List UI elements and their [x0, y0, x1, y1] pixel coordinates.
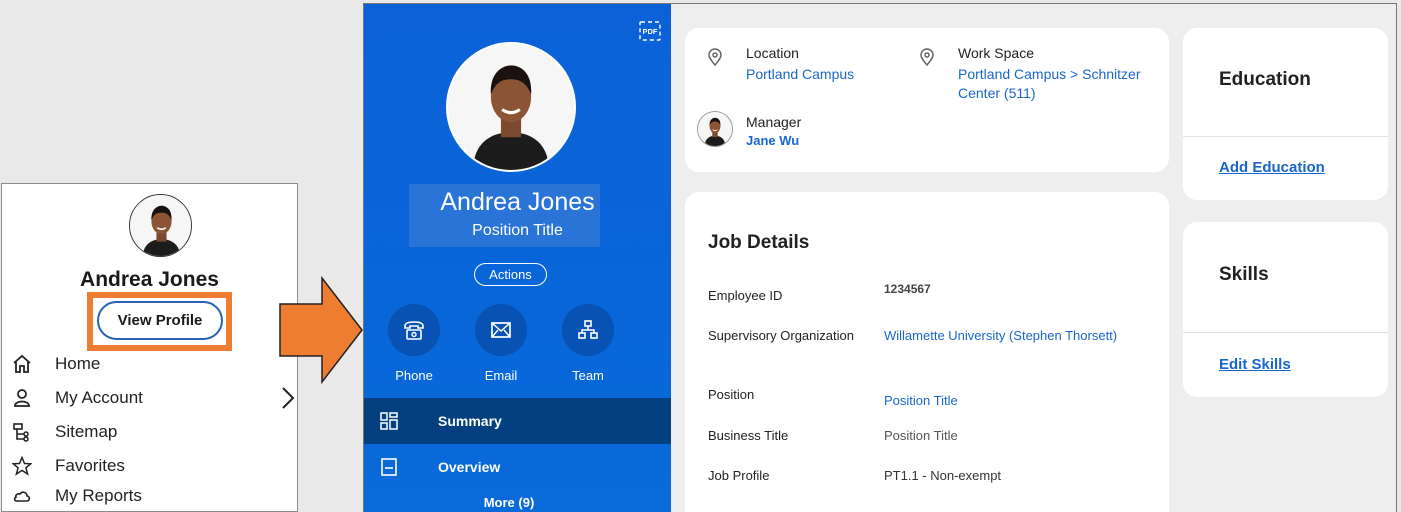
business-title-label: Business Title [708, 428, 789, 443]
education-title: Education [1219, 69, 1311, 90]
home-icon [11, 353, 33, 375]
nav-item-label: Overview [438, 459, 501, 475]
employee-id-label: Employee ID [708, 288, 783, 303]
supervisory-org-link[interactable]: Willamette University (Stephen Thorsett) [884, 328, 1117, 343]
position-label: Position [708, 387, 755, 402]
view-profile-button[interactable]: View Profile [97, 301, 223, 340]
manager-avatar[interactable] [697, 111, 733, 147]
star-icon [11, 455, 33, 477]
actions-button[interactable]: Actions [474, 263, 547, 286]
job-profile-value: PT1.1 - Non-exempt [884, 468, 1002, 483]
location-pin-icon [919, 48, 935, 71]
location-card: Location Portland Campus Work Space Port… [685, 28, 1169, 172]
quick-action-team[interactable]: Team [548, 304, 628, 383]
workspace-label: Work Space [958, 45, 1034, 61]
edit-skills-link[interactable]: Edit Skills [1219, 356, 1291, 373]
menu-item-sitemap[interactable]: Sitemap [2, 417, 297, 447]
quick-action-label: Team [572, 368, 604, 383]
menu-item-label: My Reports [55, 486, 142, 505]
menu-item-my-reports[interactable]: My Reports [2, 481, 297, 511]
manager-label: Manager [746, 114, 802, 130]
chevron-right-icon[interactable] [281, 386, 295, 415]
job-details-title: Job Details [708, 232, 810, 253]
divider [1183, 332, 1388, 333]
document-icon [378, 458, 400, 476]
pointer-arrow-icon [279, 276, 363, 384]
employee-id-value: 1234567 [884, 282, 931, 296]
worker-profile-window: PDF Andrea Jones Position Title Actions … [363, 3, 1397, 512]
more-tabs-link[interactable]: More (9) [364, 495, 654, 510]
menu-item-label: Sitemap [55, 422, 118, 441]
add-education-link[interactable]: Add Education [1219, 159, 1325, 176]
manager-link[interactable]: Jane Wu [746, 133, 799, 148]
education-card: Education Add Education [1183, 28, 1388, 200]
svg-text:PDF: PDF [643, 27, 658, 36]
profile-position-title: Position Title [472, 222, 563, 239]
location-pin-icon [707, 48, 723, 71]
quick-action-phone[interactable]: Phone [374, 304, 454, 383]
menu-item-my-account[interactable]: My Account [2, 383, 297, 413]
job-details-card: Job Details Employee ID 1234567 Supervis… [685, 192, 1169, 512]
profile-name: Andrea Jones [440, 188, 595, 216]
cloud-icon [11, 485, 33, 507]
quick-action-email[interactable]: Email [461, 304, 541, 383]
skills-title: Skills [1219, 264, 1269, 285]
business-title-value: Position Title [884, 428, 958, 443]
menu-item-label: Home [55, 354, 101, 373]
nav-item-summary[interactable]: Summary [364, 398, 671, 444]
sitemap-icon [11, 421, 33, 443]
profile-avatar[interactable] [446, 42, 576, 172]
profile-sidebar: PDF Andrea Jones Position Title Actions … [364, 4, 671, 512]
quick-action-label: Email [484, 368, 518, 383]
user-menu-panel: Andrea Jones View Profile Home My Accoun… [1, 183, 298, 512]
divider [1183, 136, 1388, 137]
supervisory-org-label: Supervisory Organization [708, 328, 854, 343]
pdf-icon[interactable]: PDF [639, 20, 661, 47]
menu-user-name: Andrea Jones [80, 268, 219, 291]
menu-item-label: My Account [55, 388, 143, 407]
menu-avatar[interactable] [129, 194, 192, 257]
user-icon [11, 387, 33, 409]
phone-icon[interactable] [388, 304, 440, 356]
nav-item-label: Summary [438, 413, 502, 429]
skills-card: Skills Edit Skills [1183, 222, 1388, 397]
dashboard-grid-icon [378, 412, 400, 430]
email-icon[interactable] [475, 304, 527, 356]
menu-item-home[interactable]: Home [2, 349, 297, 379]
nav-item-overview[interactable]: Overview [364, 444, 671, 490]
quick-action-label: Phone [395, 368, 433, 383]
job-profile-label: Job Profile [708, 468, 770, 483]
workspace-link-line2[interactable]: Center (511) [958, 84, 1036, 103]
location-link[interactable]: Portland Campus [746, 65, 854, 84]
position-link[interactable]: Position Title [884, 393, 958, 408]
menu-item-label: Favorites [55, 456, 125, 475]
workspace-link-line1[interactable]: Portland Campus > Schnitzer [958, 65, 1140, 84]
org-chart-icon[interactable] [562, 304, 614, 356]
menu-item-favorites[interactable]: Favorites [2, 451, 297, 481]
screenshot-stage: Andrea Jones View Profile Home My Accoun… [0, 0, 1401, 512]
location-label: Location [746, 45, 799, 61]
